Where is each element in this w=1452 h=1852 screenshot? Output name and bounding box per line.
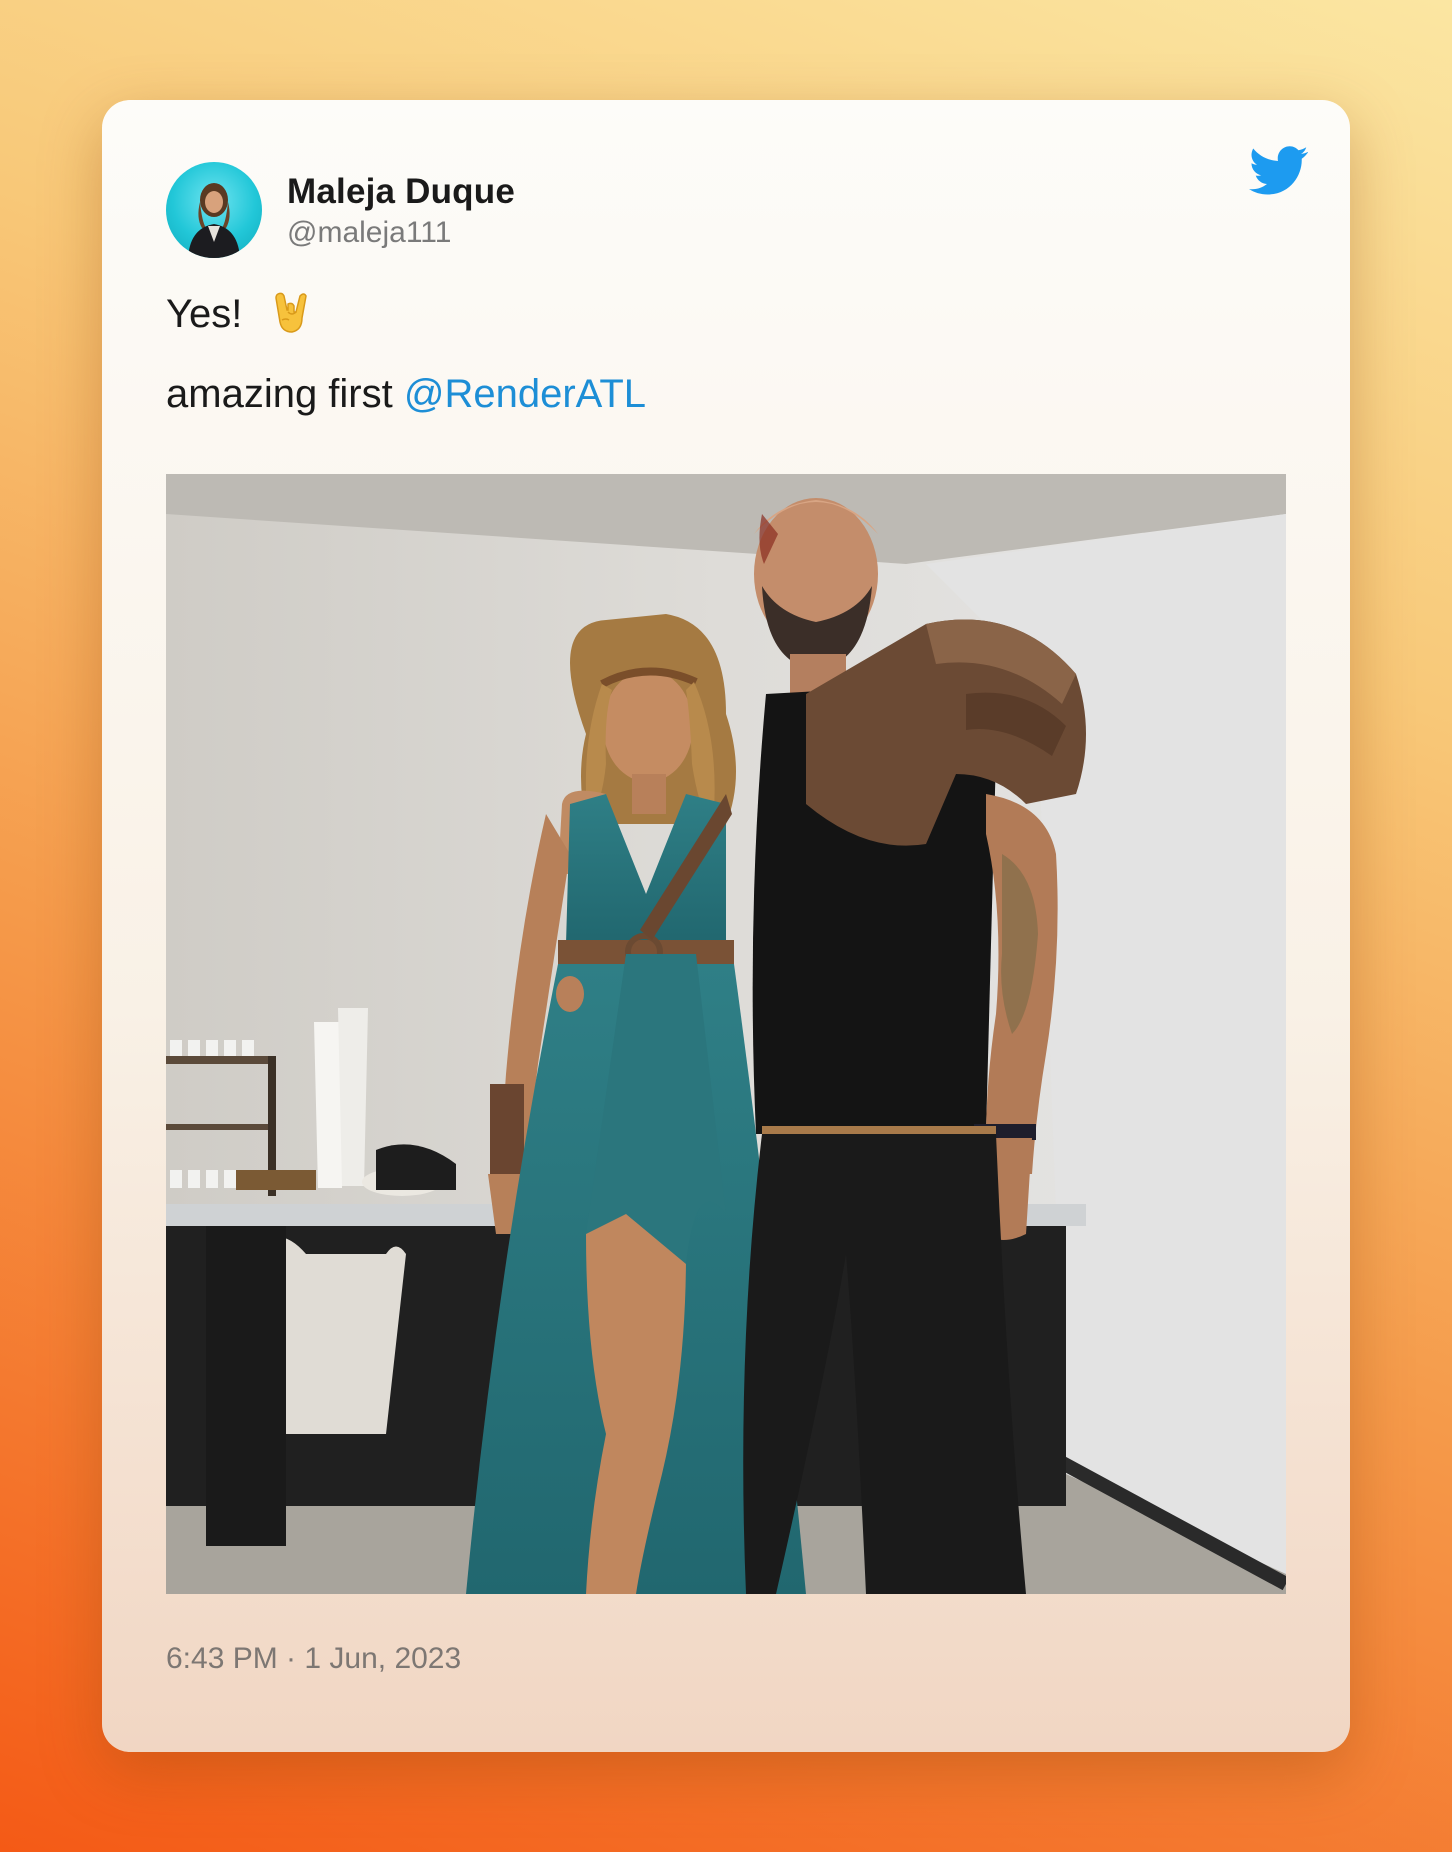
tweet-card: Maleja Duque @maleja111 Yes! amazing fir…: [102, 100, 1350, 1752]
author-display-name[interactable]: Maleja Duque: [287, 172, 515, 212]
tweet-text-amazing-first: amazing first: [166, 372, 404, 416]
photo-illustration: [166, 474, 1286, 1594]
author-avatar[interactable]: [166, 162, 262, 258]
tweet-photo[interactable]: [166, 474, 1286, 1594]
tweet-text-line-1: Yes!: [166, 292, 312, 337]
sign-of-horns-emoji-icon: [274, 293, 307, 334]
mention-link[interactable]: @RenderATL: [404, 372, 646, 416]
tweet-text-yes: Yes!: [166, 292, 243, 336]
tweet-timestamp[interactable]: 6:43 PM · 1 Jun, 2023: [166, 1642, 461, 1676]
author-handle[interactable]: @maleja111: [287, 216, 451, 250]
tweet-text-line-2: amazing first @RenderATL: [166, 372, 646, 417]
avatar-image: [188, 183, 240, 258]
twitter-bird-icon[interactable]: [1249, 146, 1309, 196]
